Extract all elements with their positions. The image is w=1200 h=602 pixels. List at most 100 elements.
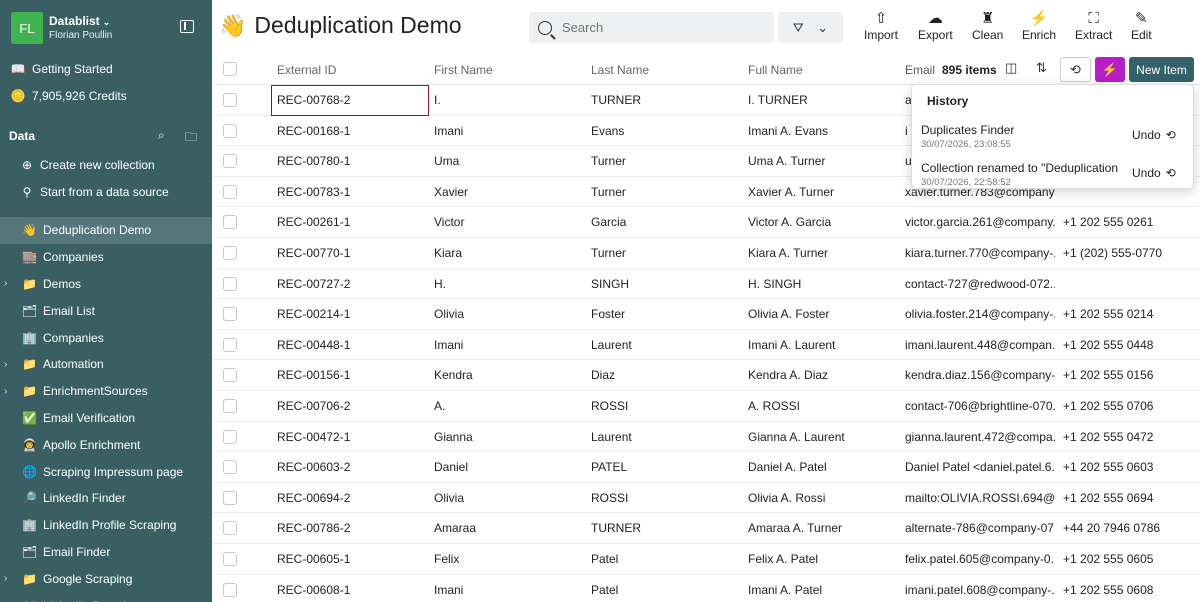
table-cell[interactable]: Gianna A. Laurent bbox=[748, 422, 898, 452]
table-cell[interactable]: Imani bbox=[434, 116, 584, 146]
table-cell[interactable] bbox=[1063, 269, 1200, 299]
table-cell[interactable]: A. bbox=[434, 391, 584, 421]
column-header-first-name[interactable]: First Name bbox=[434, 63, 493, 77]
table-cell[interactable]: Imani bbox=[434, 575, 584, 602]
row-checkbox[interactable] bbox=[223, 123, 237, 138]
table-cell[interactable]: TURNER bbox=[591, 85, 741, 115]
table-cell[interactable]: TURNER bbox=[591, 513, 741, 543]
table-cell[interactable]: Imani A. Patel bbox=[748, 575, 898, 602]
sidebar-collection-item[interactable]: 🏬 Companies bbox=[0, 244, 212, 271]
row-checkbox[interactable] bbox=[223, 429, 237, 444]
table-cell[interactable]: +1 202 555 0472 bbox=[1063, 422, 1200, 452]
table-cell[interactable]: contact-706@brightline-070... bbox=[905, 391, 1055, 421]
row-checkbox[interactable] bbox=[223, 246, 237, 260]
table-cell[interactable]: REC-00780-1 bbox=[277, 146, 427, 176]
table-cell[interactable]: REC-00603-2 bbox=[277, 452, 427, 482]
table-cell[interactable]: Daniel bbox=[434, 452, 584, 482]
table-cell[interactable]: +1 202 555 0603 bbox=[1063, 452, 1200, 482]
row-checkbox[interactable] bbox=[223, 276, 237, 291]
table-cell[interactable]: Imani A. Evans bbox=[748, 116, 898, 146]
table-cell[interactable]: +1 202 555 0214 bbox=[1063, 299, 1200, 329]
select-all-checkbox[interactable] bbox=[223, 62, 237, 76]
table-row[interactable]: REC-00156-1 Kendra Diaz Kendra A. Diaz kendr… bbox=[212, 360, 1200, 391]
run-actions-button[interactable]: ⚡ bbox=[1095, 57, 1125, 82]
sidebar-toggle-icon[interactable] bbox=[180, 20, 194, 33]
chevron-right-icon[interactable]: › bbox=[4, 359, 7, 370]
table-cell[interactable]: Amaraa A. Turner bbox=[748, 513, 898, 543]
row-checkbox[interactable] bbox=[223, 215, 237, 230]
table-cell[interactable]: +1 202 555 0605 bbox=[1063, 544, 1200, 574]
extract-button[interactable]: ⛶ Extract bbox=[1075, 10, 1112, 46]
table-row[interactable]: REC-00603-2 Daniel PATEL Daniel A. Patel Dan… bbox=[212, 452, 1200, 483]
table-cell[interactable]: alternate-786@company-07... bbox=[905, 513, 1055, 543]
column-header-last-name[interactable]: Last Name bbox=[591, 63, 649, 77]
row-checkbox[interactable] bbox=[223, 552, 237, 566]
row-checkbox[interactable] bbox=[223, 154, 237, 169]
table-cell[interactable]: REC-00168-1 bbox=[277, 116, 427, 146]
table-cell[interactable]: ROSSI bbox=[591, 483, 741, 513]
row-checkbox[interactable] bbox=[223, 490, 237, 505]
table-cell[interactable]: Victor bbox=[434, 207, 584, 237]
sidebar-collection-item[interactable]: 🏢 LinkedIn Profile Scraping bbox=[0, 512, 212, 539]
search-box[interactable] bbox=[529, 12, 774, 43]
table-cell[interactable]: Uma bbox=[434, 146, 584, 176]
row-checkbox[interactable] bbox=[223, 93, 237, 107]
table-row[interactable]: REC-00608-1 Imani Patel Imani A. Patel imani… bbox=[212, 575, 1200, 602]
table-row[interactable]: REC-00694-2 Olivia ROSSI Olivia A. Rossi mai… bbox=[212, 483, 1200, 514]
table-cell[interactable]: REC-00472-1 bbox=[277, 422, 427, 452]
table-cell[interactable]: Olivia bbox=[434, 299, 584, 329]
chevron-right-icon[interactable]: › bbox=[4, 573, 7, 584]
undo-button[interactable]: Undo ⟲ bbox=[1132, 166, 1176, 180]
sidebar-collection-item[interactable]: 🌐 Scraping Impressum page bbox=[0, 458, 212, 485]
table-row[interactable]: REC-00605-1 Felix Patel Felix A. Patel felix… bbox=[212, 544, 1200, 575]
table-cell[interactable]: +1 202 555 0156 bbox=[1063, 360, 1200, 390]
import-button[interactable]: ⇧ Import bbox=[864, 10, 898, 46]
chevron-right-icon[interactable]: › bbox=[4, 386, 7, 397]
table-cell[interactable]: Victor A. Garcia bbox=[748, 207, 898, 237]
sidebar-collection-item[interactable]: › 📁 Demos bbox=[0, 271, 212, 298]
table-cell[interactable]: Gianna bbox=[434, 422, 584, 452]
sidebar-collection-item[interactable]: › 📁 EnrichmentSources bbox=[0, 378, 212, 405]
table-cell[interactable]: I. TURNER bbox=[748, 85, 898, 115]
table-cell[interactable]: Laurent bbox=[591, 330, 741, 360]
table-cell[interactable]: kiara.turner.770@company-... bbox=[905, 238, 1055, 268]
table-cell[interactable]: H. SINGH bbox=[748, 269, 898, 299]
table-cell[interactable]: Turner bbox=[591, 146, 741, 176]
table-cell[interactable]: REC-00156-1 bbox=[277, 360, 427, 390]
table-row[interactable]: REC-00214-1 Olivia Foster Olivia A. Foster o… bbox=[212, 299, 1200, 330]
table-cell[interactable]: Uma A. Turner bbox=[748, 146, 898, 176]
table-cell[interactable]: gianna.laurent.472@compa... bbox=[905, 422, 1055, 452]
table-cell[interactable]: Imani A. Laurent bbox=[748, 330, 898, 360]
row-checkbox[interactable] bbox=[223, 368, 237, 383]
table-cell[interactable]: Evans bbox=[591, 116, 741, 146]
table-cell[interactable]: +1 202 555 0261 bbox=[1063, 207, 1200, 237]
export-button[interactable]: ☁ Export bbox=[918, 10, 953, 46]
table-row[interactable]: REC-00448-1 Imani Laurent Imani A. Laurent i… bbox=[212, 330, 1200, 361]
table-cell[interactable]: Kiara bbox=[434, 238, 584, 268]
table-row[interactable]: REC-00727-2 H. SINGH H. SINGH contact-727@re… bbox=[212, 269, 1200, 300]
table-cell[interactable]: REC-00770-1 bbox=[277, 238, 427, 268]
new-item-button[interactable]: New Item bbox=[1129, 57, 1194, 82]
table-cell[interactable]: SINGH bbox=[591, 269, 741, 299]
table-cell[interactable]: I. bbox=[434, 85, 584, 115]
sidebar-collection-item[interactable]: ›📁LinkedIn Scraping bbox=[0, 592, 212, 602]
sort-icon[interactable]: ⇅ bbox=[1036, 60, 1047, 76]
table-cell[interactable]: +1 202 555 0706 bbox=[1063, 391, 1200, 421]
table-row[interactable]: REC-00770-1 Kiara Turner Kiara A. Turner kia… bbox=[212, 238, 1200, 269]
search-collections-icon[interactable]: ⌕ bbox=[158, 128, 165, 143]
table-cell[interactable]: Olivia A. Rossi bbox=[748, 483, 898, 513]
column-header-external-id[interactable]: External ID bbox=[277, 63, 336, 77]
sidebar-collection-item[interactable]: 🗂 Email List bbox=[0, 297, 212, 324]
row-checkbox[interactable] bbox=[223, 337, 237, 352]
table-cell[interactable]: Patel bbox=[591, 575, 741, 602]
table-cell[interactable]: Patel bbox=[591, 544, 741, 574]
table-cell[interactable]: Olivia A. Foster bbox=[748, 299, 898, 329]
sidebar-collection-item[interactable]: ✅ Email Verification bbox=[0, 405, 212, 432]
sidebar-collection-item[interactable]: 🏢 Companies bbox=[0, 324, 212, 351]
table-cell[interactable]: contact-727@redwood-072... bbox=[905, 269, 1055, 299]
column-header-full-name[interactable]: Full Name bbox=[748, 63, 803, 77]
table-cell[interactable]: ROSSI bbox=[591, 391, 741, 421]
table-cell[interactable]: PATEL bbox=[591, 452, 741, 482]
table-cell[interactable]: REC-00261-1 bbox=[277, 207, 427, 237]
history-button[interactable]: ⟲ bbox=[1060, 57, 1091, 82]
